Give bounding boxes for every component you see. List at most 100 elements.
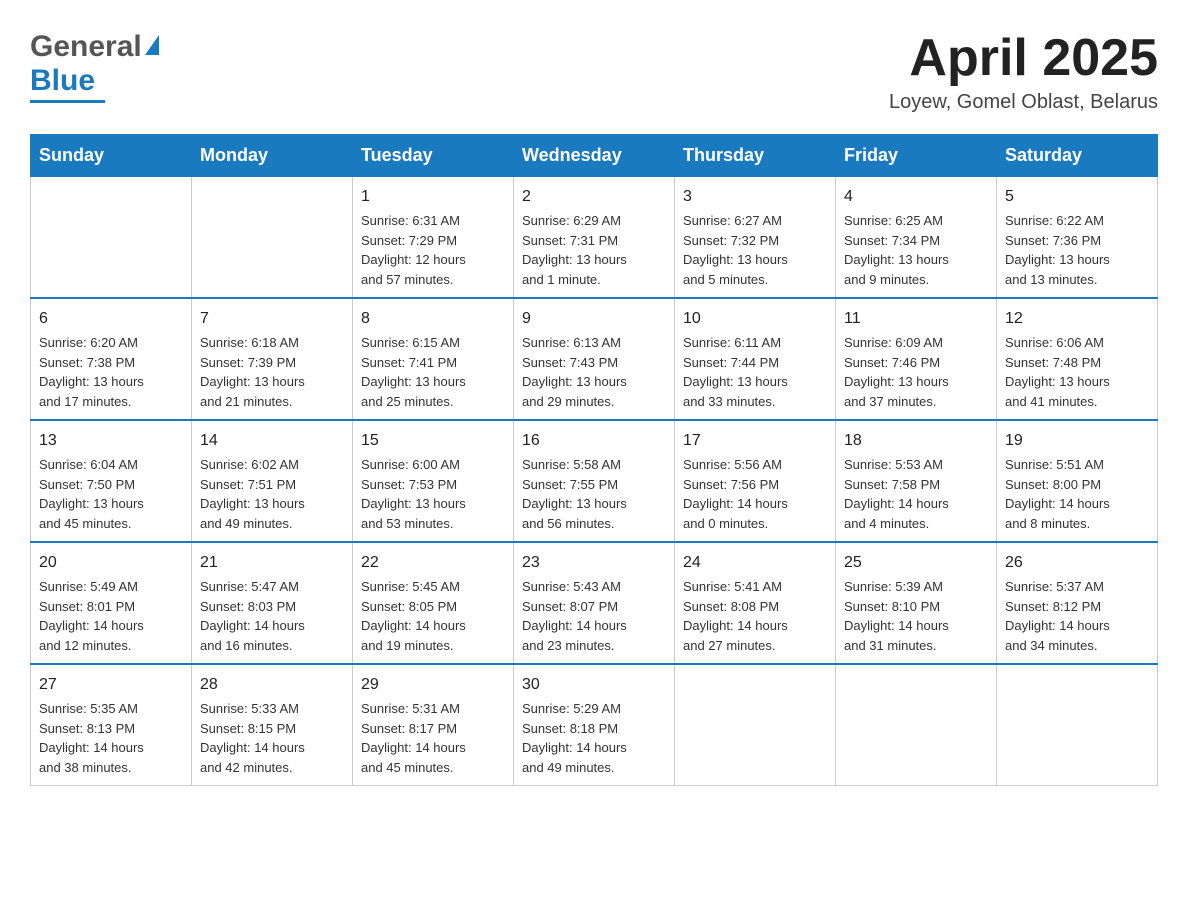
page-title: April 2025 (889, 30, 1158, 87)
calendar-cell: 16Sunrise: 5:58 AM Sunset: 7:55 PM Dayli… (514, 420, 675, 542)
day-number: 21 (200, 551, 344, 575)
calendar-cell: 29Sunrise: 5:31 AM Sunset: 8:17 PM Dayli… (353, 664, 514, 786)
title-block: April 2025 Loyew, Gomel Oblast, Belarus (889, 30, 1158, 114)
day-number: 17 (683, 429, 827, 453)
col-header-tuesday: Tuesday (353, 135, 514, 177)
day-number: 18 (844, 429, 988, 453)
day-info: Sunrise: 6:22 AM Sunset: 7:36 PM Dayligh… (1005, 211, 1149, 289)
calendar-cell: 17Sunrise: 5:56 AM Sunset: 7:56 PM Dayli… (675, 420, 836, 542)
calendar-cell: 15Sunrise: 6:00 AM Sunset: 7:53 PM Dayli… (353, 420, 514, 542)
calendar-cell: 2Sunrise: 6:29 AM Sunset: 7:31 PM Daylig… (514, 177, 675, 299)
calendar-cell: 12Sunrise: 6:06 AM Sunset: 7:48 PM Dayli… (997, 298, 1158, 420)
calendar-cell: 25Sunrise: 5:39 AM Sunset: 8:10 PM Dayli… (836, 542, 997, 664)
day-info: Sunrise: 5:58 AM Sunset: 7:55 PM Dayligh… (522, 455, 666, 533)
day-number: 3 (683, 185, 827, 209)
calendar-cell: 6Sunrise: 6:20 AM Sunset: 7:38 PM Daylig… (31, 298, 192, 420)
calendar-cell: 23Sunrise: 5:43 AM Sunset: 8:07 PM Dayli… (514, 542, 675, 664)
calendar-cell: 4Sunrise: 6:25 AM Sunset: 7:34 PM Daylig… (836, 177, 997, 299)
day-number: 16 (522, 429, 666, 453)
calendar-cell: 7Sunrise: 6:18 AM Sunset: 7:39 PM Daylig… (192, 298, 353, 420)
col-header-thursday: Thursday (675, 135, 836, 177)
logo-underline (30, 100, 105, 103)
day-number: 9 (522, 307, 666, 331)
day-number: 19 (1005, 429, 1149, 453)
day-number: 30 (522, 673, 666, 697)
day-number: 29 (361, 673, 505, 697)
day-number: 6 (39, 307, 183, 331)
calendar-cell (31, 177, 192, 299)
day-info: Sunrise: 5:43 AM Sunset: 8:07 PM Dayligh… (522, 577, 666, 655)
day-number: 5 (1005, 185, 1149, 209)
day-number: 1 (361, 185, 505, 209)
day-info: Sunrise: 6:29 AM Sunset: 7:31 PM Dayligh… (522, 211, 666, 289)
day-number: 2 (522, 185, 666, 209)
day-info: Sunrise: 6:31 AM Sunset: 7:29 PM Dayligh… (361, 211, 505, 289)
calendar-cell: 24Sunrise: 5:41 AM Sunset: 8:08 PM Dayli… (675, 542, 836, 664)
col-header-friday: Friday (836, 135, 997, 177)
calendar-cell: 21Sunrise: 5:47 AM Sunset: 8:03 PM Dayli… (192, 542, 353, 664)
col-header-wednesday: Wednesday (514, 135, 675, 177)
day-info: Sunrise: 5:37 AM Sunset: 8:12 PM Dayligh… (1005, 577, 1149, 655)
day-number: 11 (844, 307, 988, 331)
day-info: Sunrise: 5:31 AM Sunset: 8:17 PM Dayligh… (361, 699, 505, 777)
day-info: Sunrise: 6:27 AM Sunset: 7:32 PM Dayligh… (683, 211, 827, 289)
day-info: Sunrise: 6:04 AM Sunset: 7:50 PM Dayligh… (39, 455, 183, 533)
day-number: 26 (1005, 551, 1149, 575)
calendar-cell: 30Sunrise: 5:29 AM Sunset: 8:18 PM Dayli… (514, 664, 675, 786)
day-number: 7 (200, 307, 344, 331)
logo-general-text: General (30, 30, 142, 64)
calendar-cell: 13Sunrise: 6:04 AM Sunset: 7:50 PM Dayli… (31, 420, 192, 542)
calendar-cell (675, 664, 836, 786)
calendar-cell: 18Sunrise: 5:53 AM Sunset: 7:58 PM Dayli… (836, 420, 997, 542)
calendar-cell: 26Sunrise: 5:37 AM Sunset: 8:12 PM Dayli… (997, 542, 1158, 664)
day-info: Sunrise: 6:15 AM Sunset: 7:41 PM Dayligh… (361, 333, 505, 411)
logo-blue-text: Blue (30, 64, 95, 97)
day-info: Sunrise: 5:49 AM Sunset: 8:01 PM Dayligh… (39, 577, 183, 655)
day-info: Sunrise: 6:11 AM Sunset: 7:44 PM Dayligh… (683, 333, 827, 411)
day-info: Sunrise: 6:18 AM Sunset: 7:39 PM Dayligh… (200, 333, 344, 411)
day-number: 25 (844, 551, 988, 575)
day-info: Sunrise: 5:45 AM Sunset: 8:05 PM Dayligh… (361, 577, 505, 655)
day-info: Sunrise: 5:51 AM Sunset: 8:00 PM Dayligh… (1005, 455, 1149, 533)
day-number: 12 (1005, 307, 1149, 331)
day-info: Sunrise: 5:33 AM Sunset: 8:15 PM Dayligh… (200, 699, 344, 777)
day-number: 13 (39, 429, 183, 453)
day-info: Sunrise: 5:39 AM Sunset: 8:10 PM Dayligh… (844, 577, 988, 655)
page-header: General Blue April 2025 Loyew, Gomel Obl… (30, 30, 1158, 114)
calendar-cell: 1Sunrise: 6:31 AM Sunset: 7:29 PM Daylig… (353, 177, 514, 299)
day-info: Sunrise: 6:02 AM Sunset: 7:51 PM Dayligh… (200, 455, 344, 533)
page-subtitle: Loyew, Gomel Oblast, Belarus (889, 91, 1158, 114)
day-number: 14 (200, 429, 344, 453)
day-number: 10 (683, 307, 827, 331)
calendar-cell (997, 664, 1158, 786)
calendar-cell: 22Sunrise: 5:45 AM Sunset: 8:05 PM Dayli… (353, 542, 514, 664)
day-number: 22 (361, 551, 505, 575)
logo-triangle-icon (145, 35, 159, 55)
day-info: Sunrise: 6:20 AM Sunset: 7:38 PM Dayligh… (39, 333, 183, 411)
calendar-cell: 11Sunrise: 6:09 AM Sunset: 7:46 PM Dayli… (836, 298, 997, 420)
calendar-cell: 3Sunrise: 6:27 AM Sunset: 7:32 PM Daylig… (675, 177, 836, 299)
day-info: Sunrise: 6:00 AM Sunset: 7:53 PM Dayligh… (361, 455, 505, 533)
logo: General Blue (30, 30, 159, 103)
calendar-cell: 14Sunrise: 6:02 AM Sunset: 7:51 PM Dayli… (192, 420, 353, 542)
day-info: Sunrise: 5:35 AM Sunset: 8:13 PM Dayligh… (39, 699, 183, 777)
calendar-cell: 9Sunrise: 6:13 AM Sunset: 7:43 PM Daylig… (514, 298, 675, 420)
calendar-cell: 10Sunrise: 6:11 AM Sunset: 7:44 PM Dayli… (675, 298, 836, 420)
day-number: 23 (522, 551, 666, 575)
day-number: 27 (39, 673, 183, 697)
col-header-sunday: Sunday (31, 135, 192, 177)
day-number: 24 (683, 551, 827, 575)
day-info: Sunrise: 5:29 AM Sunset: 8:18 PM Dayligh… (522, 699, 666, 777)
day-info: Sunrise: 6:13 AM Sunset: 7:43 PM Dayligh… (522, 333, 666, 411)
day-info: Sunrise: 6:09 AM Sunset: 7:46 PM Dayligh… (844, 333, 988, 411)
calendar-cell: 27Sunrise: 5:35 AM Sunset: 8:13 PM Dayli… (31, 664, 192, 786)
day-info: Sunrise: 6:25 AM Sunset: 7:34 PM Dayligh… (844, 211, 988, 289)
calendar-cell (192, 177, 353, 299)
calendar-cell (836, 664, 997, 786)
day-info: Sunrise: 5:56 AM Sunset: 7:56 PM Dayligh… (683, 455, 827, 533)
day-info: Sunrise: 5:53 AM Sunset: 7:58 PM Dayligh… (844, 455, 988, 533)
calendar-table: SundayMondayTuesdayWednesdayThursdayFrid… (30, 134, 1158, 786)
day-number: 15 (361, 429, 505, 453)
calendar-cell: 19Sunrise: 5:51 AM Sunset: 8:00 PM Dayli… (997, 420, 1158, 542)
day-number: 20 (39, 551, 183, 575)
